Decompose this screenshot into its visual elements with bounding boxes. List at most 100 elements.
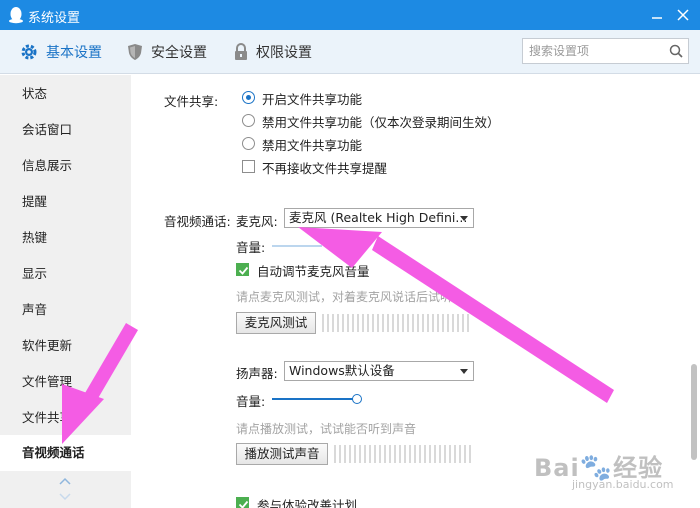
- mic-test-button[interactable]: 麦克风测试: [236, 312, 316, 334]
- sidebar-item-reminder[interactable]: 提醒: [0, 184, 131, 220]
- close-icon[interactable]: [674, 6, 692, 24]
- meter-bar: [459, 445, 461, 463]
- meter-bar: [397, 314, 399, 332]
- mic-level-meter: [322, 314, 469, 332]
- mic-label: 麦克风:: [236, 214, 278, 229]
- meter-bar: [462, 314, 464, 332]
- meter-bar: [409, 445, 411, 463]
- meter-bar: [434, 445, 436, 463]
- dropdown-caret-icon: [460, 369, 468, 374]
- meter-bar: [417, 314, 419, 332]
- meter-bar: [362, 314, 364, 332]
- meter-bar: [389, 445, 391, 463]
- checkmark-icon: [238, 266, 249, 275]
- radio-label: 开启文件共享功能: [262, 92, 363, 107]
- meter-bar: [422, 314, 424, 332]
- meter-bar: [449, 445, 451, 463]
- dropdown-caret-icon: [460, 216, 468, 221]
- meter-bar: [322, 314, 324, 332]
- checkbox-no-share-remind[interactable]: [242, 160, 255, 173]
- meter-bar: [444, 445, 446, 463]
- radio-label: 禁用文件共享功能（仅本次登录期间生效）: [262, 115, 500, 130]
- speaker-volume-thumb[interactable]: [352, 394, 362, 404]
- speaker-level-meter: [334, 445, 471, 463]
- meter-bar: [392, 314, 394, 332]
- lock-icon: [235, 43, 247, 60]
- checkbox-experience-program[interactable]: [236, 497, 249, 508]
- mic-device-select[interactable]: 麦克风 (Realtek High Defini...: [284, 208, 474, 228]
- checkbox-label: 不再接收文件共享提醒: [262, 161, 388, 176]
- baidu-watermark-url: jingyan.baidu.com: [572, 478, 674, 491]
- sidebar-item-display[interactable]: 显示: [0, 256, 131, 292]
- shield-icon: [128, 44, 142, 60]
- file-share-section-label: 文件共享:: [164, 94, 219, 109]
- radio-disable-file-share[interactable]: [242, 137, 255, 150]
- tab-basic-settings[interactable]: 基本设置: [20, 30, 102, 74]
- tab-label: 基本设置: [46, 45, 102, 61]
- tab-permission-settings[interactable]: 权限设置: [234, 30, 312, 74]
- meter-bar: [374, 445, 376, 463]
- meter-bar: [352, 314, 354, 332]
- meter-bar: [367, 314, 369, 332]
- chevron-up-icon[interactable]: [58, 476, 72, 486]
- settings-sidebar: 状态 会话窗口 信息展示 提醒 热键 显示 声音 软件更新 文件管理 文件共享 …: [0, 75, 131, 508]
- meter-bar: [439, 445, 441, 463]
- window-title: 系统设置: [28, 11, 81, 26]
- meter-bar: [399, 445, 401, 463]
- sidebar-item-chat-window[interactable]: 会话窗口: [0, 112, 131, 148]
- sidebar-item-info-display[interactable]: 信息展示: [0, 148, 131, 184]
- tab-label: 安全设置: [151, 45, 207, 61]
- scrollbar-thumb[interactable]: [691, 364, 697, 460]
- meter-bar: [424, 445, 426, 463]
- meter-bar: [382, 314, 384, 332]
- meter-bar: [372, 314, 374, 332]
- meter-bar: [402, 314, 404, 332]
- chevron-down-icon[interactable]: [58, 492, 72, 502]
- meter-bar: [419, 445, 421, 463]
- meter-bar: [427, 314, 429, 332]
- content-scrollbar[interactable]: [690, 75, 700, 508]
- speaker-volume-label: 音量:: [236, 394, 266, 409]
- meter-bar: [407, 314, 409, 332]
- sidebar-item-sound[interactable]: 声音: [0, 292, 131, 328]
- meter-bar: [337, 314, 339, 332]
- qq-penguin-icon: [9, 7, 23, 24]
- title-bar: 系统设置: [0, 0, 700, 30]
- sidebar-item-file-sharing[interactable]: 文件共享: [0, 400, 131, 436]
- sidebar-item-hotkeys[interactable]: 热键: [0, 220, 131, 256]
- mic-test-hint: 请点麦克风测试，对着麦克风说话后试听: [236, 290, 453, 304]
- speaker-label: 扬声器:: [236, 366, 278, 381]
- tab-label: 权限设置: [256, 45, 312, 61]
- meter-bar: [357, 314, 359, 332]
- checkbox-auto-adjust-mic[interactable]: [236, 263, 249, 276]
- speaker-device-select[interactable]: Windows默认设备: [284, 361, 474, 381]
- meter-bar: [347, 314, 349, 332]
- sidebar-item-file-management[interactable]: 文件管理: [0, 364, 131, 400]
- settings-search-box[interactable]: [522, 38, 689, 64]
- meter-bar: [454, 445, 456, 463]
- minimize-icon[interactable]: [648, 6, 666, 24]
- mic-volume-slider[interactable]: [272, 245, 322, 247]
- gear-icon: [21, 44, 37, 60]
- meter-bar: [447, 314, 449, 332]
- meter-bar: [327, 314, 329, 332]
- play-test-sound-button[interactable]: 播放测试声音: [236, 443, 328, 465]
- meter-bar: [412, 314, 414, 332]
- meter-bar: [344, 445, 346, 463]
- search-input[interactable]: [529, 42, 664, 60]
- sidebar-item-status[interactable]: 状态: [0, 76, 131, 112]
- radio-label: 禁用文件共享功能: [262, 138, 363, 153]
- search-icon[interactable]: [669, 44, 683, 58]
- radio-enable-file-share[interactable]: [242, 91, 255, 104]
- checkbox-label: 自动调节麦克风音量: [257, 264, 370, 279]
- checkbox-label: 参与体验改善计划: [257, 498, 358, 508]
- speaker-device-value: Windows默认设备: [289, 363, 395, 378]
- meter-bar: [457, 314, 459, 332]
- meter-bar: [369, 445, 371, 463]
- speaker-volume-fill: [272, 398, 357, 400]
- mic-volume-label: 音量:: [236, 240, 266, 255]
- radio-disable-file-share-session[interactable]: [242, 114, 255, 127]
- sidebar-item-software-update[interactable]: 软件更新: [0, 328, 131, 364]
- sidebar-item-av-call[interactable]: 音视频通话: [0, 435, 131, 471]
- tab-security-settings[interactable]: 安全设置: [127, 30, 207, 74]
